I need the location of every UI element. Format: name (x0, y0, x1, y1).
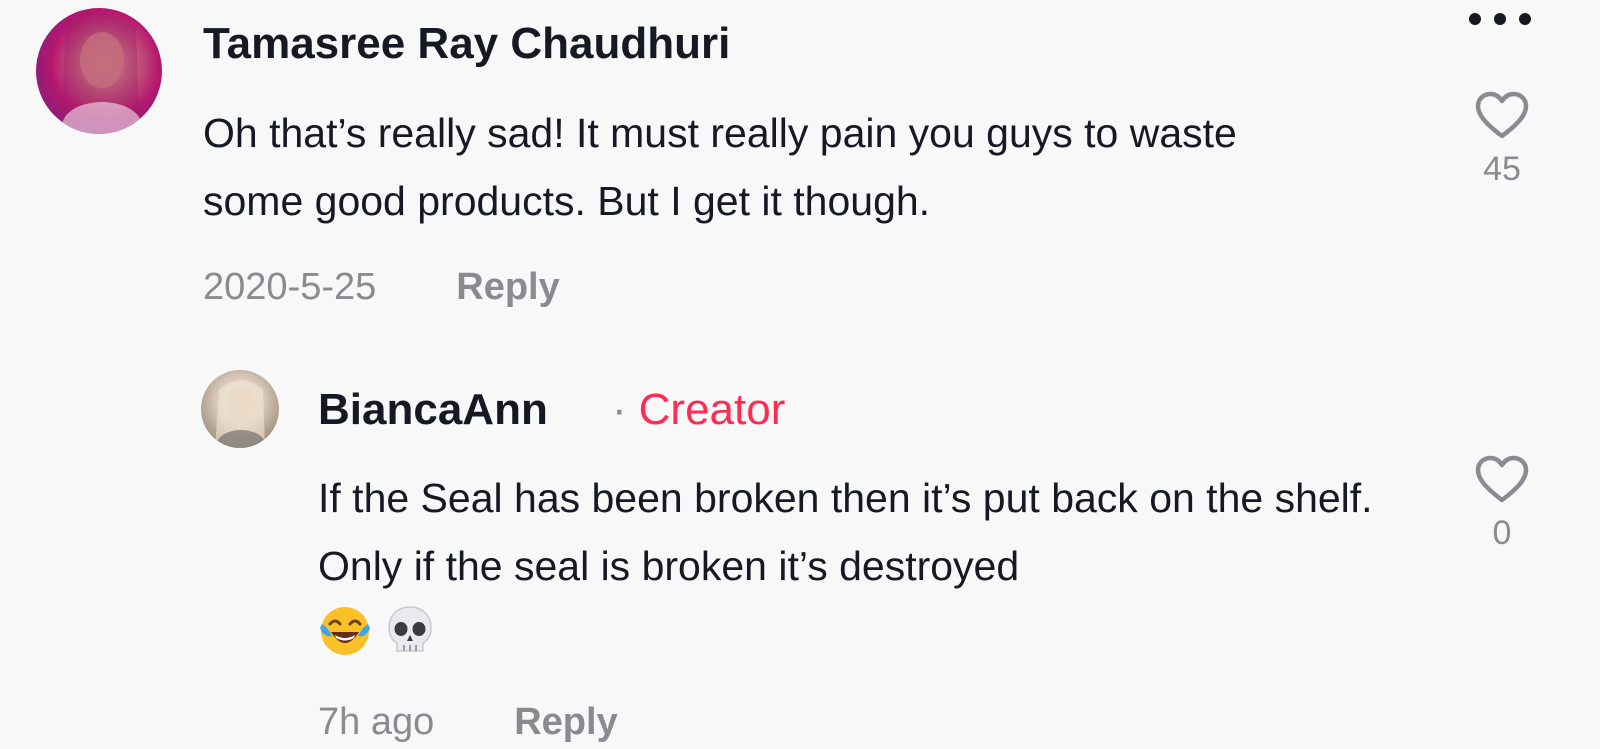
avatar-photo-icon (60, 13, 142, 134)
creator-label: · Creator (612, 388, 785, 432)
more-options-icon[interactable] (1468, 12, 1532, 26)
comment-text: Oh that’s really sad! It must really pai… (203, 110, 1237, 224)
like-count: 45 (1483, 150, 1521, 188)
heart-outline-icon[interactable] (1474, 454, 1530, 504)
replier-avatar[interactable] (201, 370, 279, 448)
creator-badge: Creator (638, 385, 786, 434)
separator-dot: · (612, 385, 627, 434)
reply-button[interactable]: Reply (514, 701, 617, 743)
like-count: 0 (1492, 514, 1512, 552)
skull-icon (388, 606, 433, 652)
replier-username[interactable]: BiancaAnn (318, 388, 548, 432)
reply-text-block: If the Seal has been broken then it’s pu… (318, 464, 1438, 666)
commenter-avatar[interactable] (36, 8, 162, 134)
emoji-row (318, 604, 1438, 666)
comment-timestamp: 2020-5-25 (203, 266, 377, 308)
heart-outline-icon[interactable] (1474, 90, 1530, 140)
like-button[interactable]: 45 (1466, 90, 1538, 186)
reply-timestamp: 7h ago (318, 701, 435, 743)
like-button[interactable]: 0 (1466, 454, 1538, 550)
avatar-photo-icon (215, 380, 265, 448)
reply-button[interactable]: Reply (456, 266, 559, 308)
reply-text: If the Seal has been broken then it’s pu… (318, 475, 1373, 589)
reply-meta: 7h ago Reply (318, 703, 618, 741)
commenter-username[interactable]: Tamasree Ray Chaudhuri (203, 22, 730, 66)
comment-meta: 2020-5-25 Reply (203, 268, 560, 306)
face-with-tears-of-joy-icon (320, 607, 370, 655)
